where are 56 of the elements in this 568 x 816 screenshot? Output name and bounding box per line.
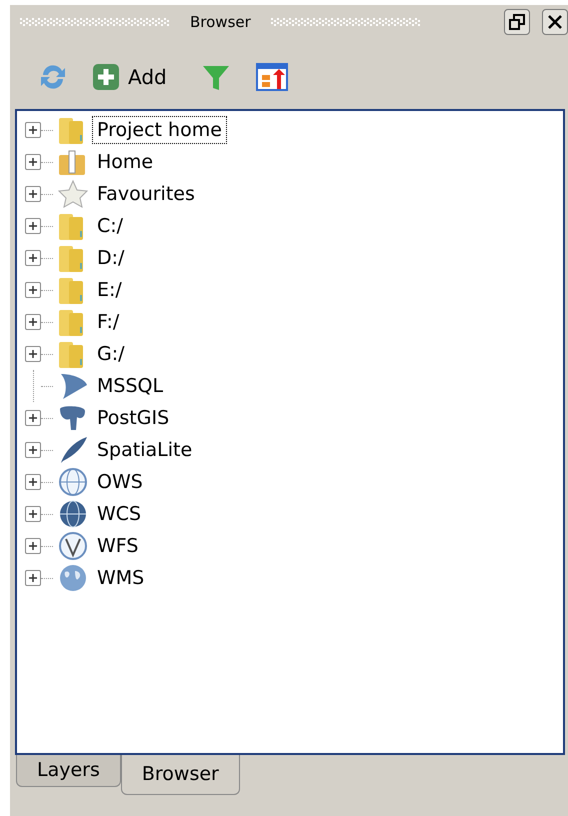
grip-pattern[interactable] <box>270 18 421 26</box>
grip-pattern[interactable] <box>20 18 170 26</box>
tree-item[interactable]: SpatiaLite <box>93 437 196 463</box>
tree-item[interactable]: Home <box>93 149 158 175</box>
plus-icon <box>28 221 38 231</box>
restore-icon <box>509 14 525 30</box>
plus-icon <box>28 157 38 167</box>
expand-toggle[interactable] <box>25 346 41 362</box>
plus-icon <box>28 413 38 423</box>
star-icon <box>55 179 91 209</box>
expand-toggle[interactable] <box>25 186 41 202</box>
plus-icon <box>28 349 38 359</box>
add-button[interactable]: Add <box>92 60 167 94</box>
tree-item[interactable]: D:/ <box>93 245 128 271</box>
tree-item[interactable]: E:/ <box>93 277 126 303</box>
close-icon <box>547 14 563 30</box>
plus-icon <box>28 541 38 551</box>
plus-icon <box>92 63 120 91</box>
expand-toggle[interactable] <box>25 506 41 522</box>
tree-item[interactable]: Project home <box>93 117 226 143</box>
tab[interactable]: Browser <box>120 755 240 795</box>
expand-toggle[interactable] <box>25 442 41 458</box>
expand-toggle[interactable] <box>25 282 41 298</box>
plus-icon <box>28 253 38 263</box>
plus-icon <box>28 285 38 295</box>
plus-icon <box>28 573 38 583</box>
tree-item[interactable]: WFS <box>93 533 142 559</box>
expand-toggle[interactable] <box>25 218 41 234</box>
plus-icon <box>28 125 38 135</box>
tab[interactable]: Layers <box>16 755 121 787</box>
tree-item[interactable]: MSSQL <box>93 373 168 399</box>
plus-icon <box>28 445 38 455</box>
tree-item[interactable]: PostGIS <box>93 405 174 431</box>
expand-toggle[interactable] <box>25 474 41 490</box>
tree-item[interactable]: F:/ <box>93 309 124 335</box>
tree-item[interactable]: WCS <box>93 501 146 527</box>
expand-toggle[interactable] <box>25 250 41 266</box>
chart-icon <box>256 63 288 91</box>
panel-title: Browser <box>189 12 252 33</box>
float-button[interactable] <box>504 9 530 35</box>
expand-toggle[interactable] <box>25 538 41 554</box>
plus-icon <box>28 189 38 199</box>
tree-item[interactable]: WMS <box>93 565 148 591</box>
plus-icon <box>28 477 38 487</box>
tree-item[interactable]: Favourites <box>93 181 199 207</box>
expand-toggle[interactable] <box>25 122 41 138</box>
plus-icon <box>28 509 38 519</box>
tree-item[interactable]: G:/ <box>93 341 129 367</box>
expand-toggle[interactable] <box>25 410 41 426</box>
expand-toggle[interactable] <box>25 570 41 586</box>
expand-toggle[interactable] <box>25 154 41 170</box>
plus-icon <box>28 317 38 327</box>
tree-item[interactable]: C:/ <box>93 213 128 239</box>
tree-item[interactable]: OWS <box>93 469 147 495</box>
expand-toggle[interactable] <box>25 314 41 330</box>
close-button[interactable] <box>542 9 568 35</box>
